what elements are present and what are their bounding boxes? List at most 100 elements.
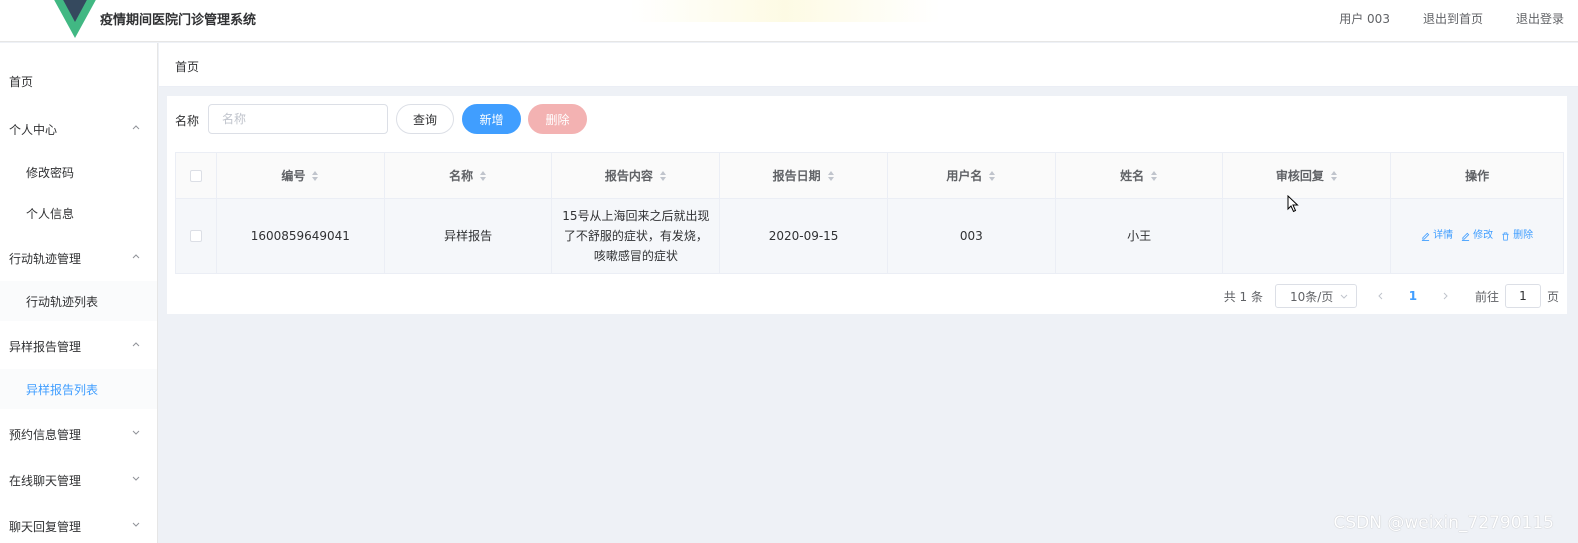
sidebar-item-label: 修改密码 bbox=[26, 165, 75, 180]
sort-icon[interactable] bbox=[827, 170, 835, 182]
chevron-down-icon bbox=[132, 522, 140, 527]
chevron-down-icon bbox=[1340, 294, 1348, 299]
header-highlight bbox=[630, 0, 940, 22]
sidebar-item-label: 聊天回复管理 bbox=[9, 519, 82, 534]
search-input[interactable] bbox=[208, 104, 388, 134]
pagination: 共 1 条 10条/页 1 前往 页 bbox=[1224, 284, 1559, 308]
batch-delete-button[interactable]: 删除 bbox=[528, 104, 587, 134]
column-header-label: 名称 bbox=[449, 169, 474, 183]
sidebar-item-home[interactable]: 首页 bbox=[0, 61, 157, 101]
sort-icon[interactable] bbox=[659, 170, 667, 182]
cell-reply bbox=[1223, 199, 1392, 273]
sidebar-item-personal-info[interactable]: 个人信息 bbox=[0, 193, 157, 233]
chevron-up-icon bbox=[132, 254, 140, 259]
report-list-panel: 名称 查询 新增 删除 编号 名称 报告内容 报告日期 用户名 姓名 审核回复 … bbox=[167, 96, 1567, 314]
column-header-id[interactable]: 编号 bbox=[217, 153, 385, 198]
sidebar-item-label: 首页 bbox=[9, 74, 34, 89]
vue-logo-icon bbox=[54, 0, 96, 38]
edit-link[interactable]: 修改 bbox=[1461, 226, 1493, 246]
sidebar-item-appointment-management[interactable]: 预约信息管理 bbox=[0, 414, 157, 454]
sort-icon[interactable] bbox=[311, 170, 319, 182]
chevron-down-icon bbox=[132, 430, 140, 435]
edit-label: 修改 bbox=[1473, 230, 1494, 241]
sort-icon[interactable] bbox=[1150, 170, 1158, 182]
cell-date: 2020-09-15 bbox=[720, 199, 888, 273]
sidebar-item-label: 个人中心 bbox=[9, 122, 58, 137]
search-label: 名称 bbox=[175, 114, 200, 128]
edit-icon bbox=[1421, 232, 1430, 241]
column-header-realname[interactable]: 姓名 bbox=[1056, 153, 1224, 198]
breadcrumb-item-home[interactable]: 首页 bbox=[175, 58, 199, 75]
add-button[interactable]: 新增 bbox=[462, 104, 521, 134]
sort-icon[interactable] bbox=[988, 170, 996, 182]
sidebar-item-personal-center[interactable]: 个人中心 bbox=[0, 109, 157, 149]
detail-label: 详情 bbox=[1433, 230, 1454, 241]
page-size-value: 10条/页 bbox=[1289, 289, 1334, 304]
header-actions: 用户 003 退出到首页 退出登录 bbox=[1339, 10, 1564, 27]
mouse-cursor-icon bbox=[1287, 195, 1299, 213]
sidebar-item-chat-management[interactable]: 在线聊天管理 bbox=[0, 460, 157, 500]
column-header-date[interactable]: 报告日期 bbox=[720, 153, 888, 198]
sidebar-item-label: 个人信息 bbox=[26, 206, 75, 221]
sidebar-item-track-list[interactable]: 行动轨迹列表 bbox=[0, 281, 157, 321]
sidebar-item-change-password[interactable]: 修改密码 bbox=[0, 152, 157, 192]
report-table: 编号 名称 报告内容 报告日期 用户名 姓名 审核回复 操作 160085964… bbox=[175, 152, 1564, 274]
header-checkbox-cell bbox=[176, 153, 217, 198]
chevron-up-icon bbox=[132, 125, 140, 130]
sidebar-menu: 首页 个人中心 修改密码 个人信息 行动轨迹管理 行动轨迹列表 异样报告管理 异… bbox=[0, 43, 158, 543]
watermark: CSDN @weixin_72790115 bbox=[1333, 513, 1554, 533]
delete-link[interactable]: 删除 bbox=[1501, 226, 1533, 246]
sidebar-item-track-management[interactable]: 行动轨迹管理 bbox=[0, 238, 157, 278]
row-checkbox[interactable] bbox=[189, 230, 202, 242]
next-page-button[interactable] bbox=[1437, 291, 1453, 301]
column-header-label: 操作 bbox=[1465, 169, 1490, 183]
column-header-actions: 操作 bbox=[1391, 153, 1563, 198]
column-header-content[interactable]: 报告内容 bbox=[552, 153, 721, 198]
column-header-label: 报告内容 bbox=[604, 169, 653, 183]
cell-content: 15号从上海回来之后就出现了不舒服的症状，有发烧，咳嗽感冒的症状 bbox=[552, 199, 721, 273]
chevron-left-icon bbox=[1378, 292, 1383, 300]
sidebar-item-report-list[interactable]: 异样报告列表 bbox=[0, 369, 157, 409]
current-user: 用户 003 bbox=[1339, 12, 1390, 26]
column-header-label: 编号 bbox=[281, 169, 306, 183]
cell-username: 003 bbox=[888, 199, 1056, 273]
column-header-username[interactable]: 用户名 bbox=[888, 153, 1056, 198]
prev-page-button[interactable] bbox=[1373, 291, 1389, 301]
sidebar-item-chat-reply-management[interactable]: 聊天回复管理 bbox=[0, 506, 157, 543]
select-all-checkbox[interactable] bbox=[189, 169, 202, 182]
table-header: 编号 名称 报告内容 报告日期 用户名 姓名 审核回复 操作 bbox=[176, 153, 1563, 199]
chevron-right-icon bbox=[1443, 292, 1448, 300]
sidebar-item-label: 异样报告列表 bbox=[26, 382, 99, 397]
page-size-select[interactable]: 10条/页 bbox=[1274, 284, 1357, 308]
column-header-name[interactable]: 名称 bbox=[385, 153, 553, 198]
chevron-up-icon bbox=[132, 342, 140, 347]
column-header-label: 姓名 bbox=[1120, 169, 1145, 183]
sort-icon[interactable] bbox=[479, 170, 487, 182]
sidebar-item-label: 行动轨迹管理 bbox=[9, 251, 82, 266]
delete-label: 删除 bbox=[1513, 230, 1534, 241]
detail-link[interactable]: 详情 bbox=[1421, 226, 1453, 246]
back-home-link[interactable]: 退出到首页 bbox=[1423, 10, 1483, 27]
logout-link[interactable]: 退出登录 bbox=[1516, 10, 1564, 27]
edit-icon bbox=[1461, 232, 1470, 241]
table-row[interactable]: 1600859649041 异样报告 15号从上海回来之后就出现了不舒服的症状，… bbox=[176, 199, 1563, 273]
chevron-down-icon bbox=[132, 476, 140, 481]
sidebar-item-report-management[interactable]: 异样报告管理 bbox=[0, 326, 157, 366]
goto-prefix: 前往 bbox=[1474, 289, 1499, 304]
sidebar-item-label: 预约信息管理 bbox=[9, 427, 82, 442]
page-number-current[interactable]: 1 bbox=[1389, 289, 1437, 303]
column-header-reply[interactable]: 审核回复 bbox=[1223, 153, 1392, 198]
row-checkbox-cell bbox=[176, 199, 217, 273]
cell-name: 异样报告 bbox=[385, 199, 553, 273]
cell-actions: 详情 修改 删除 bbox=[1391, 199, 1563, 273]
column-header-label: 用户名 bbox=[946, 169, 983, 183]
cell-id: 1600859649041 bbox=[217, 199, 385, 273]
goto-page-input[interactable] bbox=[1504, 284, 1541, 308]
query-button[interactable]: 查询 bbox=[396, 104, 454, 134]
column-header-label: 报告日期 bbox=[772, 169, 821, 183]
top-header: 疫情期间医院门诊管理系统 用户 003 退出到首页 退出登录 bbox=[0, 0, 1578, 42]
breadcrumb: 首页 bbox=[159, 43, 1578, 87]
trash-icon bbox=[1502, 231, 1509, 241]
sort-icon[interactable] bbox=[1330, 170, 1338, 182]
column-header-label: 审核回复 bbox=[1275, 169, 1324, 183]
